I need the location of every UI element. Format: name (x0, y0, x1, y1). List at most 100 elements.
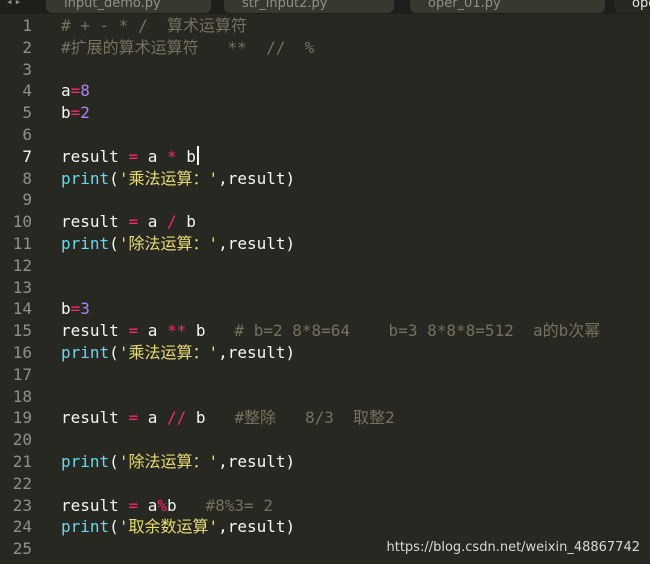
code-text[interactable]: print('乘法运算：',result) (61, 168, 295, 190)
code-line[interactable]: 23 result = a%b #8%3= 2 (0, 495, 650, 517)
line-number: 18 (12, 386, 32, 406)
code-token: ( (109, 168, 119, 188)
code-token: print (61, 168, 110, 188)
code-text[interactable]: #扩展的算术运算符 ** // % (61, 37, 314, 59)
code-line[interactable]: 14 b=3 (0, 298, 650, 320)
code-text[interactable]: print('取余数运算',result) (61, 516, 295, 538)
tab-label: str_input2.py (242, 0, 328, 11)
code-line[interactable]: 5 b=2 (0, 102, 650, 124)
code-token: b (61, 299, 71, 319)
code-line[interactable]: 21 print('除法运算：',result) (0, 451, 650, 473)
line-number: 16 (12, 343, 32, 362)
code-line[interactable]: 13 (0, 277, 650, 299)
code-line[interactable]: 19 result = a // b #整除 8/3 取整2 (0, 407, 650, 429)
code-token: ,result) (218, 343, 296, 362)
code-token: 2 (80, 103, 90, 123)
code-line[interactable]: 24 print('取余数运算',result) (0, 516, 650, 538)
code-token: print (61, 452, 110, 471)
line-number: 7 (22, 146, 32, 166)
code-token: a (138, 212, 167, 232)
code-token: = (70, 81, 81, 101)
code-line[interactable]: 12 (0, 255, 650, 277)
code-token: # b=2 8*8=64 b=3 8*8*8=512 a的b次幂 (234, 321, 601, 341)
code-text[interactable]: print('乘法运算：',result) (61, 342, 295, 364)
tab-nav-arrows-icon[interactable]: ◂▸ (6, 0, 23, 9)
code-line[interactable]: 18 (0, 386, 650, 408)
code-line[interactable]: 17 (0, 364, 650, 386)
line-number: 15 (12, 321, 32, 341)
code-token: = (70, 299, 81, 319)
code-token: = (128, 321, 139, 341)
code-token: a (138, 495, 158, 515)
code-text[interactable]: # + - * / 算术运算符 (61, 15, 247, 37)
code-token: '乘法运算：' (118, 343, 219, 362)
tab-label: input_demo.py (64, 0, 161, 11)
code-line[interactable]: 22 (0, 473, 650, 495)
code-text[interactable]: b=3 (61, 298, 90, 320)
code-token: = (128, 212, 139, 232)
code-line[interactable]: 3 (0, 59, 650, 81)
line-number: 23 (12, 495, 32, 515)
tab-oper-01[interactable]: oper_01.py (410, 0, 605, 13)
code-text[interactable]: print('除法运算：',result) (61, 233, 295, 255)
code-text[interactable]: print('除法运算：',result) (61, 451, 295, 473)
code-token: ,result) (218, 234, 296, 253)
line-number: 1 (22, 16, 32, 35)
code-token: a (138, 321, 167, 341)
code-token: = (128, 495, 139, 515)
code-token: ,result) (218, 452, 296, 471)
code-line[interactable]: 15 result = a ** b # b=2 8*8=64 b=3 8*8*8… (0, 320, 650, 342)
code-token: ,result) (218, 517, 296, 537)
code-line[interactable]: 16 print('乘法运算：',result) (0, 342, 650, 364)
code-editor[interactable]: 1 # + - * / 算术运算符 2 #扩展的算术运算符 ** // % 3 4 a=8 5… (0, 15, 650, 564)
code-line[interactable]: 11 print('除法运算：',result) (0, 233, 650, 255)
line-number: 20 (12, 430, 32, 450)
text-cursor (196, 145, 199, 165)
code-token: ( (109, 452, 119, 471)
code-token: '乘法运算：' (118, 168, 219, 188)
code-line[interactable]: 1 # + - * / 算术运算符 (0, 15, 650, 37)
line-number: 10 (12, 212, 32, 232)
code-line[interactable]: 9 (0, 189, 650, 211)
code-text[interactable]: result = a ** b # b=2 8*8=64 b=3 8*8*8=5… (61, 320, 600, 342)
code-token: ,result) (218, 168, 296, 188)
code-text[interactable]: result = a%b #8%3= 2 (61, 495, 273, 517)
code-line[interactable]: 7 result = a * b (0, 145, 650, 168)
code-text[interactable]: result = a / b (61, 211, 196, 233)
line-number: 2 (22, 37, 32, 57)
tab-str-input2[interactable]: str_input2.py (224, 0, 394, 13)
code-line[interactable]: 10 result = a / b (0, 211, 650, 233)
code-token: ( (109, 234, 119, 253)
line-number: 13 (12, 277, 32, 297)
code-token: b (186, 321, 235, 341)
code-line[interactable]: 20 (0, 429, 650, 451)
code-text[interactable]: result = a * b (61, 145, 199, 168)
code-line[interactable]: 2 #扩展的算术运算符 ** // % (0, 37, 650, 59)
code-token: #整除 8/3 取整2 (234, 408, 395, 428)
code-token: print (61, 234, 110, 253)
code-line[interactable]: 8 print('乘法运算：',result) (0, 168, 650, 190)
code-token: result (61, 408, 129, 428)
line-number: 21 (12, 452, 32, 471)
code-token: a (61, 81, 71, 101)
code-token: #8%3= 2 (205, 495, 273, 515)
code-token: b (176, 146, 196, 166)
code-line[interactable]: 6 (0, 124, 650, 146)
tab-active-file[interactable]: ope (614, 0, 650, 13)
code-text[interactable]: result = a // b #整除 8/3 取整2 (61, 407, 395, 429)
code-line[interactable]: 4 a=8 (0, 80, 650, 102)
code-text[interactable]: a=8 (61, 80, 90, 102)
code-token: / (166, 212, 177, 232)
tab-input-demo[interactable]: input_demo.py (46, 0, 211, 13)
code-text[interactable]: b=2 (61, 102, 90, 124)
code-token: 8 (80, 81, 90, 101)
line-number: 24 (12, 517, 32, 537)
code-token: 3 (80, 299, 90, 319)
code-token: a (138, 408, 167, 428)
code-token: print (61, 517, 110, 537)
code-token: // (166, 408, 187, 428)
line-number: 5 (22, 103, 32, 123)
line-number: 8 (22, 168, 32, 188)
code-token: result (61, 212, 129, 232)
code-token: #扩展的算术运算符 ** // % (61, 37, 315, 57)
